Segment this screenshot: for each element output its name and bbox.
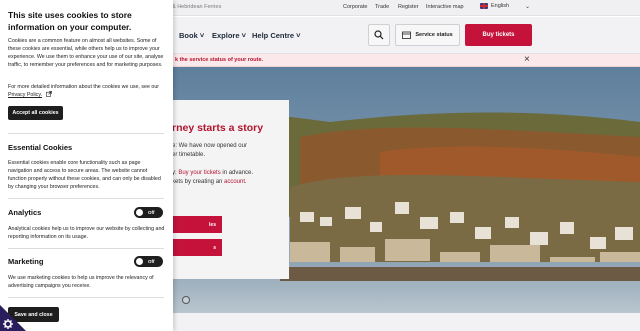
link-interactive-map[interactable]: Interactive map [426, 4, 464, 10]
buy-tickets-button[interactable]: Buy tickets [465, 24, 532, 46]
cookie-settings-gear-icon[interactable] [0, 305, 26, 331]
marketing-toggle[interactable]: Off [134, 256, 163, 267]
nav-book[interactable]: Book ˅ [179, 31, 204, 40]
toggle-knob [136, 209, 143, 216]
marketing-text: We use marketing cookies to help us impr… [8, 275, 154, 290]
accept-all-cookies-button[interactable]: Accept all cookies [8, 106, 63, 120]
link-trade[interactable]: Trade [375, 4, 389, 10]
essential-cookies-heading: Essential Cookies [8, 143, 73, 152]
analytics-text: Analytical cookies help us to improve ou… [8, 226, 165, 241]
cookie-intro-text: Cookies are a common feature on almost a… [8, 38, 164, 69]
external-link-icon [45, 91, 52, 97]
hero-text-line: e: We have now opened our [172, 143, 247, 149]
divider [8, 297, 164, 298]
cookie-more-info: For more detailed information about the … [8, 84, 160, 99]
analytics-heading: Analytics [8, 208, 42, 217]
toggle-knob [136, 258, 143, 265]
brand-text: & Hebridean Ferries [172, 4, 222, 10]
alert-text: k the service status of your route. [175, 57, 264, 63]
account-link[interactable]: account [224, 179, 245, 185]
chevron-down-icon: ⌄ [525, 4, 531, 10]
link-corporate[interactable]: Corporate [343, 4, 367, 10]
language-selector[interactable]: English [480, 3, 509, 9]
buy-tickets-link[interactable]: Buy your tickets [178, 170, 220, 176]
toggle-state-label: Off [148, 209, 155, 215]
hero-text-line: er timetable. [172, 152, 206, 158]
divider [8, 198, 164, 199]
hero-title: rney starts a story [172, 122, 264, 134]
essential-cookies-text: Essential cookies enable core functional… [8, 160, 161, 191]
hero-text-line: y: Buy your tickets in advance. [172, 170, 254, 176]
divider [8, 248, 164, 249]
toggle-state-label: Off [148, 258, 155, 264]
hero-button-1[interactable]: les [172, 216, 222, 233]
uk-flag-icon [480, 3, 488, 9]
calendar-icon [402, 31, 412, 39]
link-register[interactable]: Register [398, 4, 418, 10]
hero-button-2[interactable]: s [172, 239, 222, 256]
analytics-toggle[interactable]: Off [134, 207, 163, 218]
pause-control[interactable] [182, 296, 190, 304]
cookie-consent-panel: This site uses cookies to store informat… [0, 0, 173, 331]
search-button[interactable] [368, 24, 390, 46]
privacy-policy-link[interactable]: Privacy Policy. [8, 92, 42, 98]
hero-text-line: kets by creating an account. [172, 179, 247, 185]
nav-help-centre[interactable]: Help Centre ˅ [252, 31, 301, 40]
divider [8, 133, 164, 134]
close-icon[interactable]: × [524, 55, 530, 65]
cookie-panel-title: This site uses cookies to store informat… [8, 10, 132, 32]
search-icon [374, 30, 384, 40]
service-status-button[interactable]: Service status [395, 24, 460, 46]
language-label: English [491, 3, 510, 9]
nav-explore[interactable]: Explore ˅ [212, 31, 246, 40]
marketing-heading: Marketing [8, 257, 44, 266]
